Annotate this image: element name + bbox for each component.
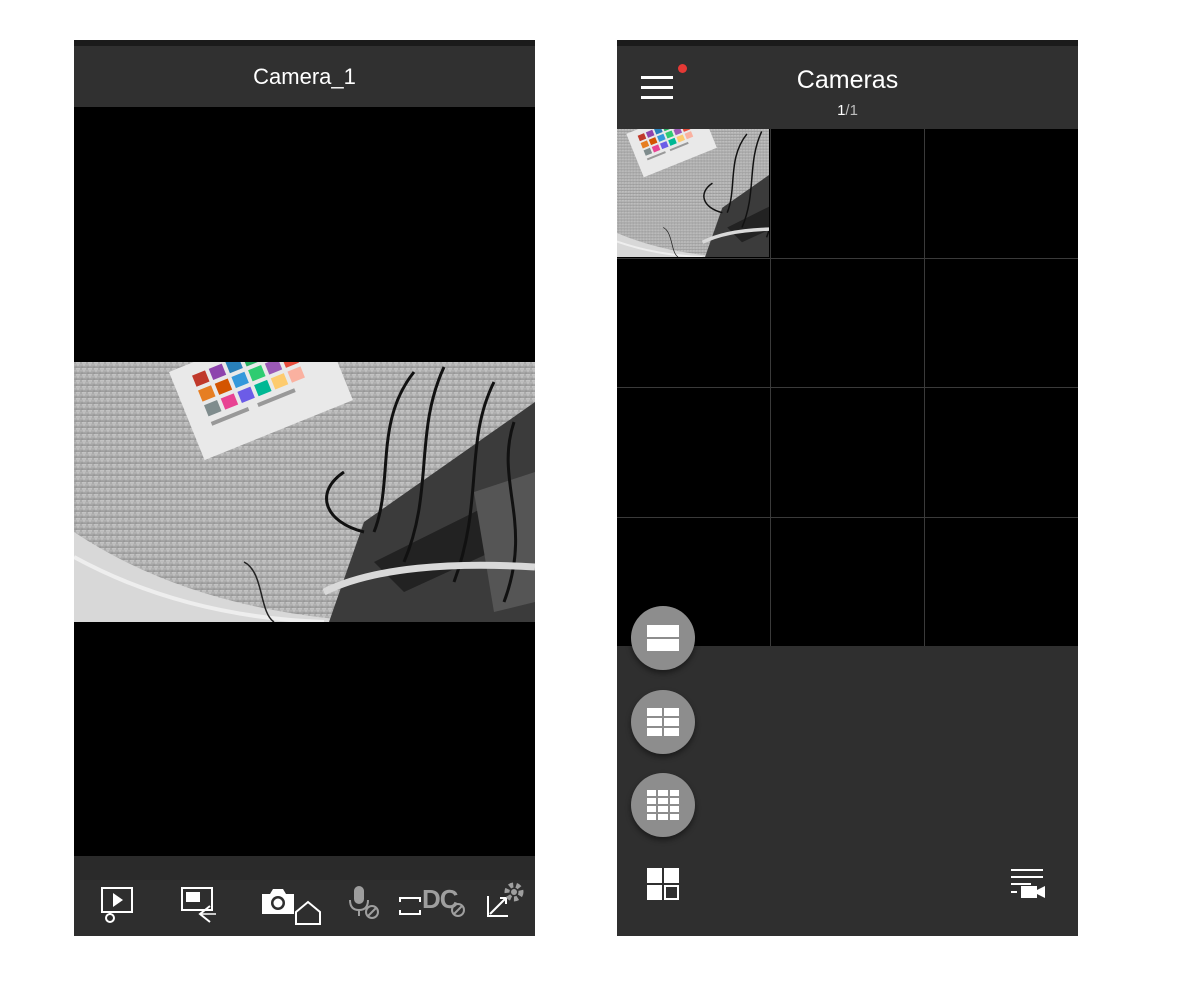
layout-icon[interactable] xyxy=(645,866,681,902)
layout-3x3-icon xyxy=(647,790,679,820)
camera-tile[interactable] xyxy=(771,258,924,387)
camera-tile[interactable] xyxy=(771,388,924,517)
camera-tile[interactable] xyxy=(617,388,770,517)
live-video-feed[interactable] xyxy=(74,362,535,622)
page-total: /1 xyxy=(845,102,858,119)
home-icon[interactable] xyxy=(288,892,332,936)
layout-1x2-button[interactable] xyxy=(631,606,695,670)
camera-tile[interactable] xyxy=(925,129,1078,258)
playback-icon[interactable] xyxy=(96,882,140,926)
page-indicator: 1/1 xyxy=(617,102,1078,119)
cameras-grid-screen: Cameras 1/1 xyxy=(617,40,1078,936)
camera-list-icon[interactable] xyxy=(1009,866,1049,902)
layout-2x2-icon xyxy=(647,708,679,736)
camera-tile[interactable] xyxy=(617,129,770,258)
camera-tile[interactable] xyxy=(771,129,924,258)
camera-tile[interactable] xyxy=(925,388,1078,517)
single-camera-screen: Camera_1 DC xyxy=(74,40,535,936)
ptz-settings-icon[interactable] xyxy=(500,876,535,920)
camera-tile[interactable] xyxy=(925,258,1078,387)
page-title: Camera_1 xyxy=(253,64,356,89)
top-bar: Camera_1 xyxy=(74,46,535,107)
page-title: Cameras xyxy=(796,66,899,94)
video-player[interactable] xyxy=(74,107,535,856)
layout-2x2-button[interactable] xyxy=(631,690,695,754)
top-bar: Cameras 1/1 xyxy=(617,46,1078,129)
camera-tile[interactable] xyxy=(925,517,1078,646)
mic-muted-icon[interactable] xyxy=(342,882,386,926)
screen-cast-icon[interactable] xyxy=(176,882,220,926)
player-toolbar: DC xyxy=(74,880,535,936)
camera-tile[interactable] xyxy=(771,517,924,646)
toolbar-divider xyxy=(74,856,535,880)
layout-1x2-icon xyxy=(647,625,679,651)
layout-3x3-button[interactable] xyxy=(631,773,695,837)
camera-tile[interactable] xyxy=(617,258,770,387)
dewarp-off-icon[interactable]: DC xyxy=(420,882,474,926)
camera-grid xyxy=(617,129,1078,646)
